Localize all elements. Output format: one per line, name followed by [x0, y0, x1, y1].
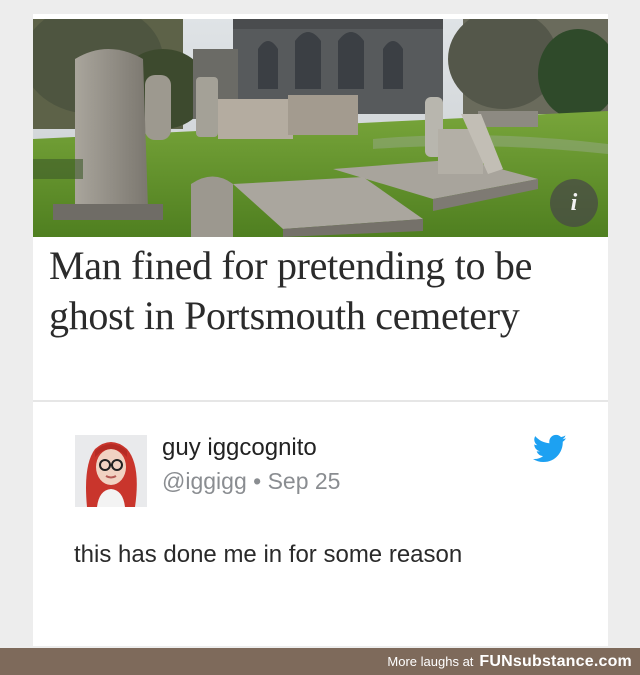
cemetery-image: [33, 19, 608, 237]
cemetery-photo[interactable]: i: [33, 19, 608, 237]
divider: [33, 400, 608, 402]
info-button[interactable]: i: [550, 179, 598, 227]
twitter-bird-icon[interactable]: [533, 434, 567, 464]
tweet-card: i Man fined for pretending to be ghost i…: [33, 14, 608, 646]
footer-brand-link[interactable]: FUNsubstance.com: [479, 653, 632, 670]
tweet-handle-and-date[interactable]: @iggigg • Sep 25: [162, 468, 340, 495]
tweet-text: this has done me in for some reason: [74, 541, 463, 568]
avatar[interactable]: [75, 435, 147, 507]
red-haired-person-avatar-icon: [75, 435, 147, 507]
footer-bar: More laughs at FUNsubstance.com: [0, 648, 640, 675]
article-headline[interactable]: Man fined for pretending to be ghost in …: [49, 241, 599, 341]
tweet-display-name[interactable]: guy iggcognito: [162, 434, 317, 462]
footer-tagline: More laughs at: [387, 654, 474, 669]
